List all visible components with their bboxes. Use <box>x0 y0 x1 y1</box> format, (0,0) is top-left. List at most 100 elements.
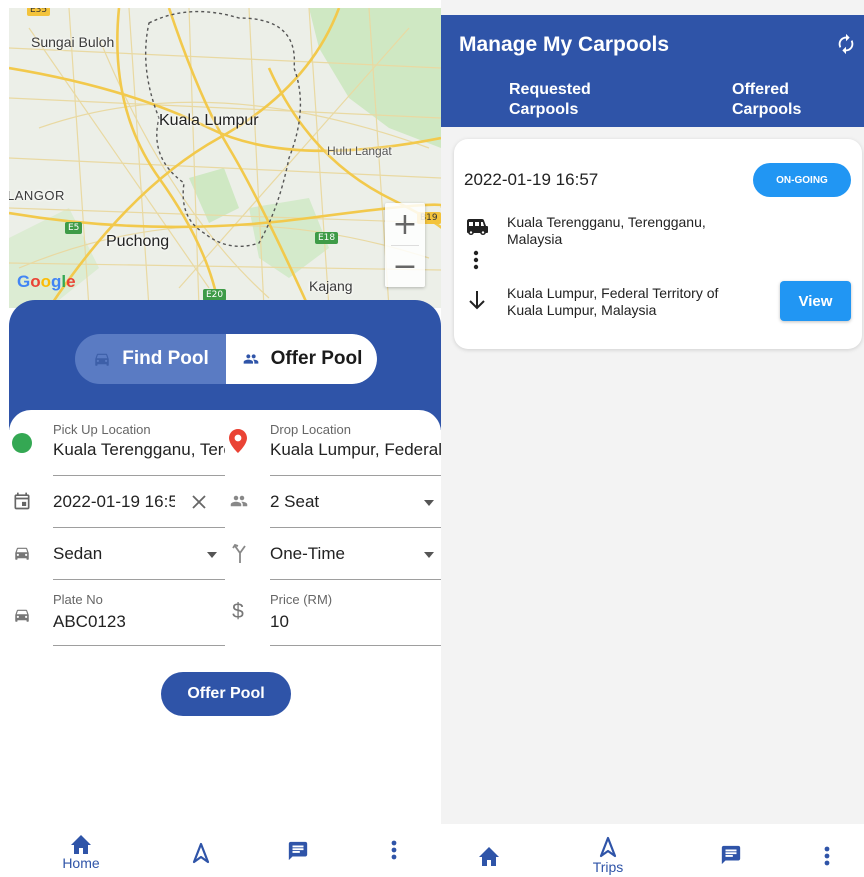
map-tiles <box>9 8 441 308</box>
zoom-out-button[interactable]: − <box>385 245 425 287</box>
close-icon[interactable] <box>189 492 209 512</box>
road-badge-e5: E5 <box>65 222 83 234</box>
status-badge: ON-GOING <box>753 163 851 197</box>
pickup-location-label: Pick Up Location <box>53 422 151 437</box>
vehicle-select[interactable]: Sedan <box>53 534 225 580</box>
zoom-divider <box>391 245 419 246</box>
dollar-icon: $ <box>232 600 244 623</box>
drop-underline <box>270 475 441 476</box>
pickup-location-value: Kuala Terengganu, Terengganu, Malaysia <box>53 440 225 459</box>
map-label-puchong: Puchong <box>106 233 170 250</box>
plate-number-field[interactable]: Plate No ABC0123 <box>53 592 225 646</box>
tab-requested-carpools[interactable]: Requested Carpools <box>509 80 591 120</box>
app-bar: Manage My Carpools Requested Carpools Of… <box>441 15 864 127</box>
map-label-hulu-langat: Hulu Langat <box>327 144 392 158</box>
people-icon <box>225 490 253 512</box>
nav-home[interactable]: Home <box>58 834 104 871</box>
offer-pool-tab[interactable]: Offer Pool <box>226 334 377 384</box>
car-icon <box>11 542 33 564</box>
carpool-datetime: 2022-01-19 16:57 <box>464 170 599 189</box>
price-label: Price (RM) <box>270 592 333 607</box>
nav-more[interactable] <box>384 840 404 860</box>
google-logo: Google <box>17 272 76 291</box>
vehicle-underline <box>53 579 225 580</box>
vehicle-caret-icon <box>207 552 217 558</box>
view-button[interactable]: View <box>780 281 851 321</box>
pickup-dot-icon <box>11 432 33 454</box>
find-pool-label: Find Pool <box>122 348 209 369</box>
nav-chat[interactable] <box>719 844 743 866</box>
nav-more[interactable] <box>817 846 837 866</box>
seat-underline <box>270 527 441 528</box>
map-view[interactable]: E35 Sungai Buloh Kuala Lumpur Hulu Langa… <box>9 8 441 308</box>
home-icon <box>479 847 499 866</box>
price-field[interactable]: Price (RM) 10 <box>270 592 441 646</box>
datetime-underline <box>53 527 225 528</box>
map-label-sungai-buloh: Sungai Buloh <box>31 34 115 50</box>
map-label-langor: LANGOR <box>9 188 65 203</box>
pickup-location-field[interactable]: Pick Up Location Kuala Terengganu, Teren… <box>53 422 225 476</box>
price-underline <box>270 645 441 646</box>
manage-carpools-screen: Manage My Carpools Requested Carpools Of… <box>441 0 864 877</box>
offer-form: Pick Up Location Kuala Terengganu, Teren… <box>9 410 441 670</box>
road-badge-e35: E35 <box>27 8 51 16</box>
arrow-down-icon <box>466 289 488 311</box>
tab-offered-carpools[interactable]: Offered Carpools <box>732 80 801 120</box>
datetime-value: 2022-01-19 16:57 <box>53 492 175 511</box>
drop-location-field[interactable]: Drop Location Kuala Lumpur, Federal Terr… <box>270 422 441 476</box>
find-pool-tab[interactable]: Find Pool <box>75 334 226 384</box>
bottom-nav-left: Home <box>0 824 441 877</box>
trip-type-select[interactable]: One-Time <box>270 534 441 580</box>
nav-navigation[interactable] <box>190 842 212 864</box>
road-badge-e18: E18 <box>315 232 339 244</box>
trip-type-underline <box>270 579 441 580</box>
trip-type-caret-icon <box>424 552 434 558</box>
nav-trips-label: Trips <box>592 859 624 875</box>
zoom-in-button[interactable]: + <box>385 203 425 245</box>
plate-number-value: ABC0123 <box>53 612 126 631</box>
map-label-kuala-lumpur: Kuala Lumpur <box>159 112 259 129</box>
map-label-kajang: Kajang <box>309 278 353 294</box>
refresh-icon[interactable] <box>835 33 857 60</box>
car-icon <box>11 604 33 626</box>
nav-home-label: Home <box>62 855 100 871</box>
nav-home[interactable] <box>477 846 501 866</box>
origin-location: Kuala Terengganu, Terengganu, Malaysia <box>507 214 706 247</box>
bus-icon <box>464 217 490 239</box>
calendar-icon <box>11 490 33 512</box>
price-value: 10 <box>270 612 289 631</box>
navigation-icon <box>192 842 210 864</box>
destination-location: Kuala Lumpur, Federal Territory of Kuala… <box>507 285 719 318</box>
pin-icon <box>227 428 249 454</box>
people-icon <box>241 351 261 367</box>
more-icon <box>391 840 397 860</box>
nav-trips[interactable]: Trips <box>588 836 628 875</box>
drop-location-label: Drop Location <box>270 422 351 437</box>
chat-icon <box>721 845 741 865</box>
seat-value: 2 Seat <box>270 492 320 511</box>
more-icon <box>824 846 830 866</box>
chat-icon <box>288 841 308 861</box>
zoom-controls: + − <box>385 203 425 287</box>
plate-number-label: Plate No <box>53 592 103 607</box>
seat-caret-icon <box>424 500 434 506</box>
offer-pool-screen: E35 Sungai Buloh Kuala Lumpur Hulu Langa… <box>0 0 441 877</box>
offer-pool-label: Offer Pool <box>270 348 363 369</box>
drop-location-value: Kuala Lumpur, Federal Territory of Kuala… <box>270 440 441 459</box>
nav-chat[interactable] <box>286 840 310 862</box>
page-title: Manage My Carpools <box>459 33 670 56</box>
offer-pool-button[interactable]: Offer Pool <box>161 672 291 716</box>
trip-type-value: One-Time <box>270 544 345 563</box>
mode-toggle: Find Pool Offer Pool <box>75 334 377 384</box>
navigation-icon <box>599 836 617 858</box>
seat-select[interactable]: 2 Seat <box>270 482 441 528</box>
fork-icon <box>229 542 251 564</box>
more-vertical-icon <box>471 249 481 271</box>
bottom-nav-right: Trips <box>441 824 864 877</box>
carpool-card[interactable]: 2022-01-19 16:57 ON-GOING Kuala Terengga… <box>454 139 862 349</box>
car-icon <box>92 350 112 368</box>
pickup-underline <box>53 475 225 476</box>
vehicle-value: Sedan <box>53 544 103 563</box>
plate-underline <box>53 645 225 646</box>
home-icon <box>71 835 91 854</box>
